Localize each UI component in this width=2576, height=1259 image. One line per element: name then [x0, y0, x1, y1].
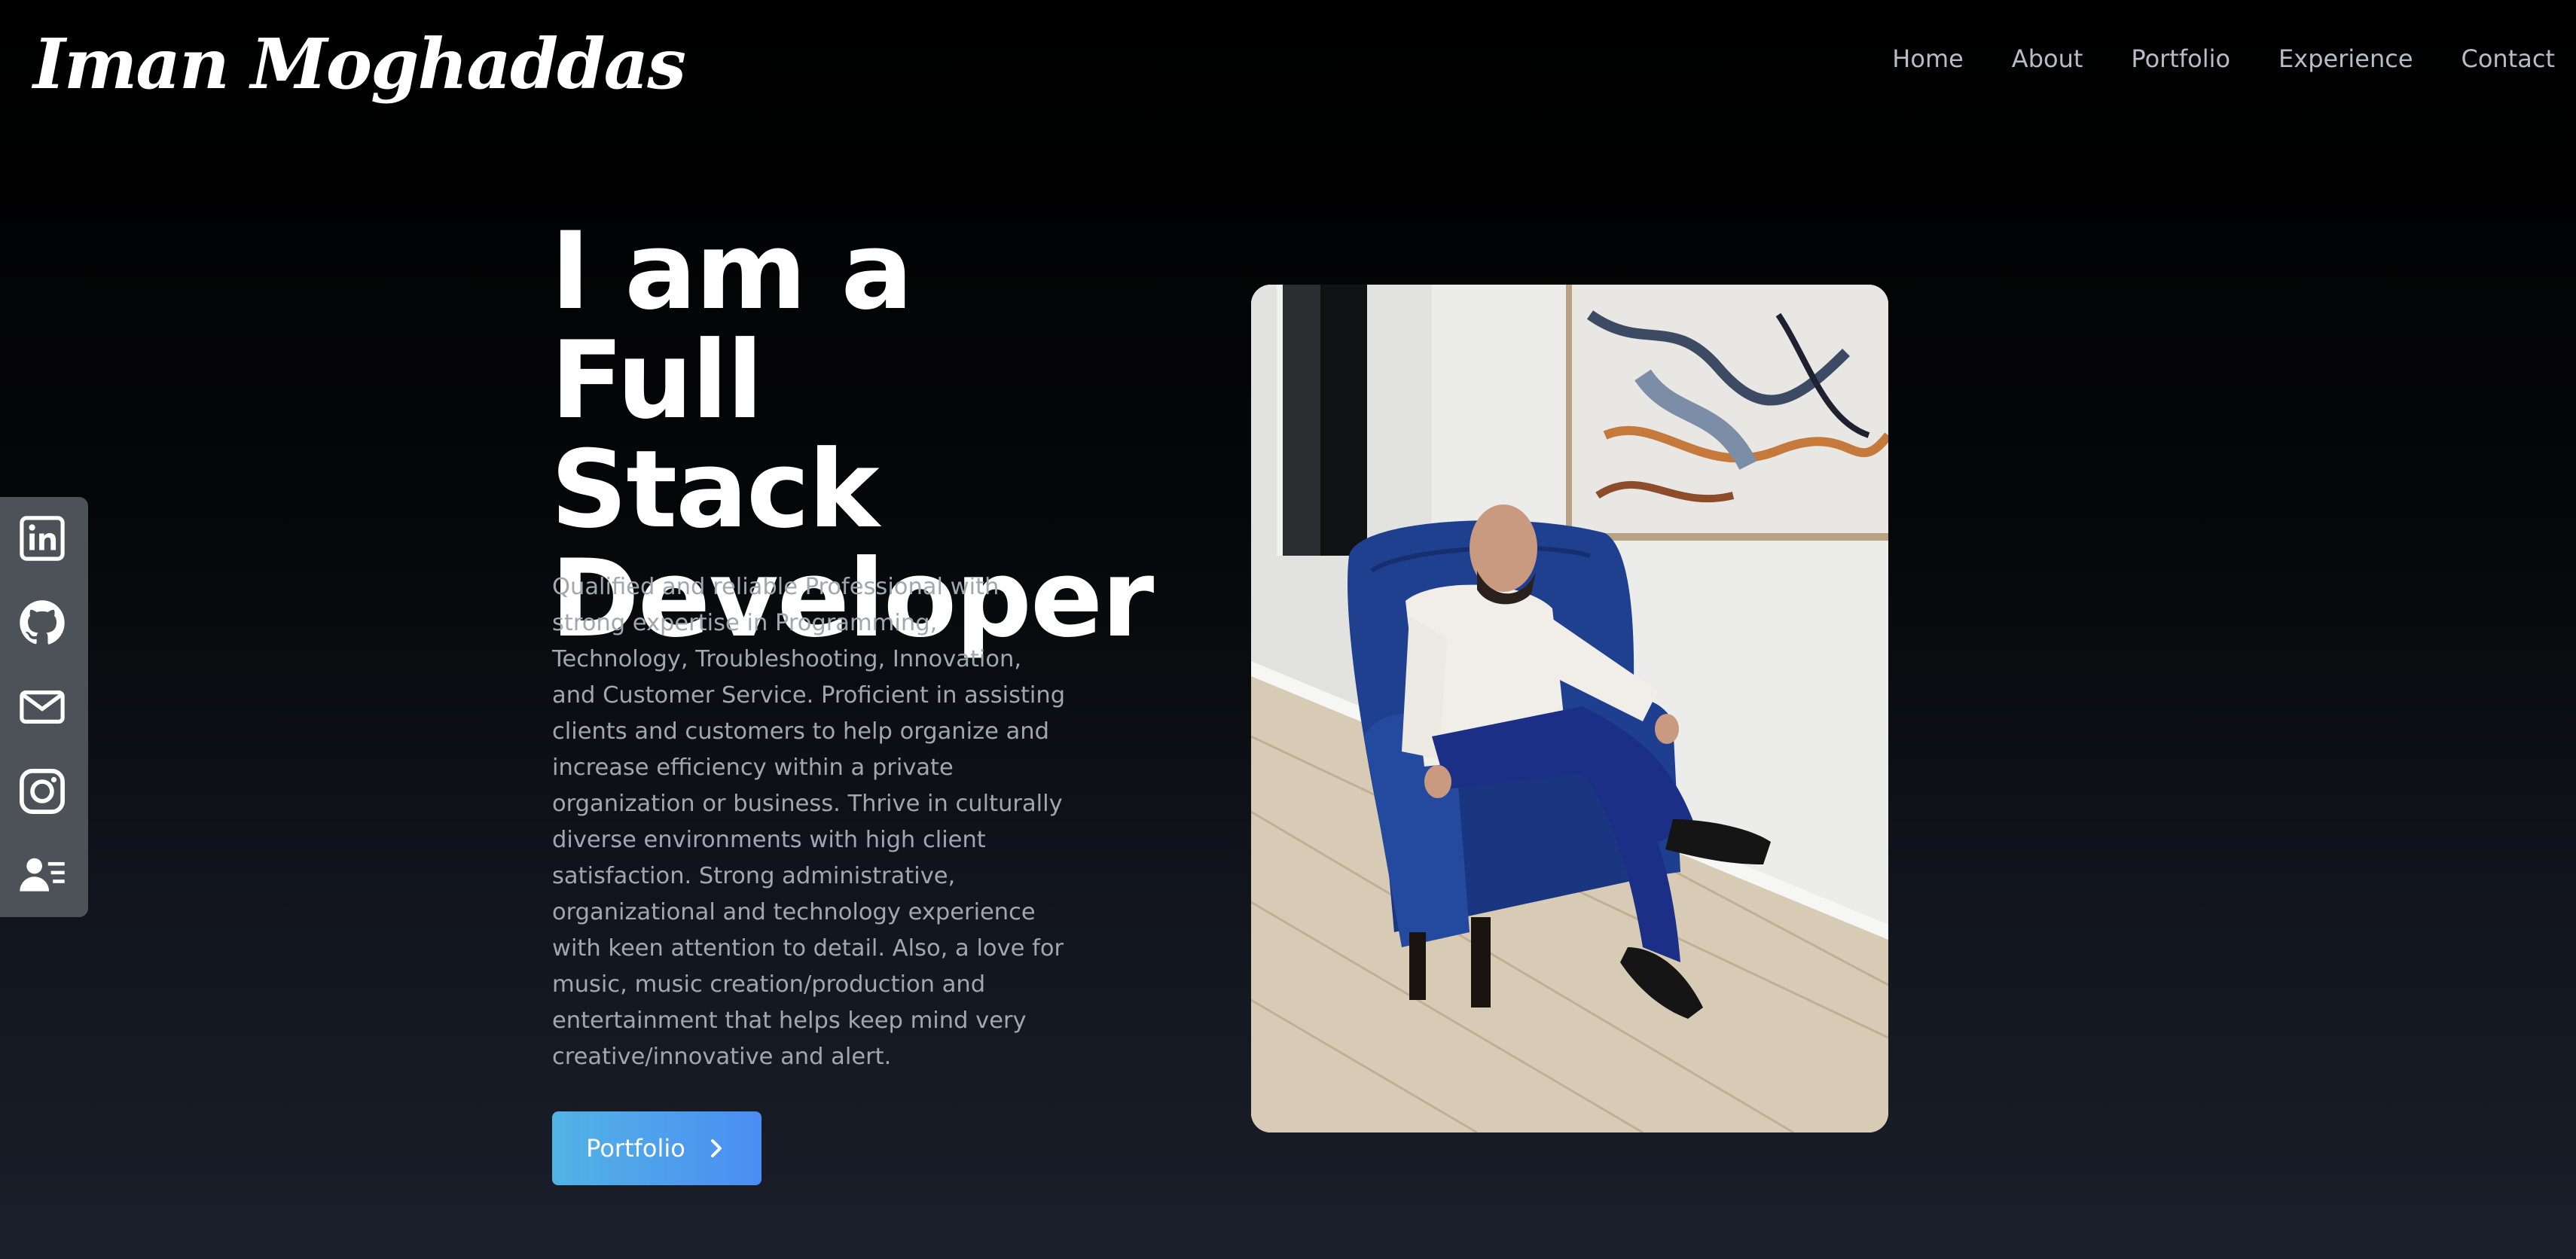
header: Iman Moghaddas Home About Portfolio Expe…	[0, 0, 2576, 120]
nav-contact[interactable]: Contact	[2462, 38, 2556, 80]
linkedin-icon	[20, 516, 65, 561]
portfolio-button-label: Portfolio	[586, 1134, 685, 1163]
nav-about[interactable]: About	[2012, 38, 2083, 80]
hero-description: Qualified and reliable Professional with…	[552, 574, 1066, 1070]
resume-link[interactable]	[17, 851, 67, 901]
profile-photo	[1251, 285, 1888, 1132]
nav-home[interactable]: Home	[1892, 38, 1964, 80]
mail-icon	[20, 690, 65, 724]
resume-icon	[20, 858, 65, 892]
nav-portfolio[interactable]: Portfolio	[2131, 38, 2230, 80]
main-nav: Home About Portfolio Experience Contact	[1844, 38, 2555, 80]
social-links-sidebar	[0, 497, 88, 917]
instagram-link[interactable]	[17, 767, 67, 816]
instagram-icon	[20, 769, 65, 814]
github-link[interactable]	[17, 598, 67, 648]
github-icon	[20, 600, 65, 645]
portfolio-button[interactable]: Portfolio	[552, 1111, 762, 1185]
nav-experience[interactable]: Experience	[2278, 38, 2413, 80]
profile-photo-illustration	[1251, 285, 1888, 1132]
site-logo[interactable]: Iman Moghaddas	[33, 15, 686, 113]
linkedin-link[interactable]	[17, 514, 67, 563]
email-link[interactable]	[17, 682, 67, 732]
chevron-right-icon	[710, 1139, 722, 1157]
